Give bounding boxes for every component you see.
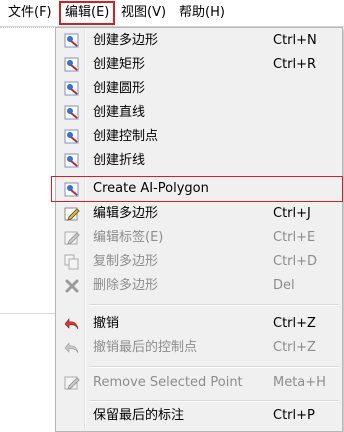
menu-item-shortcut: Ctrl+P bbox=[273, 408, 315, 423]
menu-item-label: 创建矩形 bbox=[93, 57, 146, 72]
circle-icon bbox=[64, 81, 80, 97]
menu-help[interactable]: 帮助(H) bbox=[175, 3, 229, 23]
edit-icon bbox=[64, 206, 80, 222]
menu-item-shortcut: Ctrl+Z bbox=[273, 340, 316, 355]
remove-point-icon bbox=[64, 375, 80, 391]
copy-icon bbox=[64, 254, 80, 270]
delete-icon bbox=[64, 278, 80, 294]
menu-item-create-point[interactable]: 创建控制点 bbox=[58, 126, 340, 148]
menu-item-label: 创建多边形 bbox=[93, 33, 159, 48]
menu-item-label: 撤销最后的控制点 bbox=[93, 340, 198, 355]
menu-item-label: 创建圆形 bbox=[93, 81, 146, 96]
menu-item-create-polyline[interactable]: 创建折线 bbox=[58, 150, 340, 172]
menu-item-edit-label[interactable]: 编辑标签(E) Ctrl+E bbox=[58, 227, 340, 249]
menu-item-create-circle[interactable]: 创建圆形 bbox=[58, 78, 340, 100]
menu-item-create-polygon[interactable]: 创建多边形 Ctrl+N bbox=[58, 30, 340, 52]
polyline-icon bbox=[64, 153, 80, 169]
menu-item-label: 编辑标签(E) bbox=[93, 230, 164, 245]
menu-item-label: Remove Selected Point bbox=[93, 375, 243, 390]
menu-item-shortcut: Ctrl+E bbox=[273, 230, 316, 245]
menu-item-keep-previous-annotation[interactable]: 保留最后的标注 Ctrl+P bbox=[58, 405, 340, 427]
menu-item-label: 撤销 bbox=[93, 316, 120, 331]
menu-item-label: Create AI-Polygon bbox=[93, 181, 209, 196]
point-icon bbox=[64, 129, 80, 145]
menu-item-copy-polygon[interactable]: 复制多边形 Ctrl+D bbox=[58, 251, 340, 273]
edit-menu-dropdown: 创建多边形 Ctrl+N 创建矩形 Ctrl+R 创建圆形 创建直线 创建控制点 bbox=[51, 27, 343, 432]
menu-item-create-ai-polygon[interactable]: Create AI-Polygon bbox=[51, 176, 343, 202]
rectangle-icon bbox=[64, 57, 80, 73]
pane-divider bbox=[0, 313, 58, 314]
menu-separator bbox=[89, 366, 339, 368]
menu-item-shortcut: Del bbox=[273, 278, 295, 293]
line-icon bbox=[64, 105, 80, 121]
menu-item-label: 创建直线 bbox=[93, 105, 146, 120]
menu-bar: 文件(F) 编辑(E) 视图(V) 帮助(H) bbox=[0, 0, 344, 27]
menu-file[interactable]: 文件(F) bbox=[4, 3, 56, 23]
menu-item-shortcut: Meta+H bbox=[273, 375, 326, 390]
menu-item-shortcut: Ctrl+J bbox=[273, 206, 311, 221]
menu-item-remove-selected-point[interactable]: Remove Selected Point Meta+H bbox=[58, 372, 340, 394]
menu-item-shortcut: Ctrl+R bbox=[273, 57, 317, 72]
menu-item-shortcut: Ctrl+Z bbox=[273, 316, 316, 331]
menu-item-label: 编辑多边形 bbox=[93, 206, 159, 221]
toolbar-divider bbox=[0, 27, 58, 29]
menu-item-label: 创建控制点 bbox=[93, 129, 159, 144]
menu-item-undo-last-point[interactable]: 撤销最后的控制点 Ctrl+Z bbox=[58, 337, 340, 359]
edit-label-icon bbox=[64, 230, 80, 246]
menu-edit[interactable]: 编辑(E) bbox=[59, 1, 116, 25]
menu-item-delete-polygon[interactable]: 删除多边形 Del bbox=[58, 275, 340, 297]
polygon-icon bbox=[64, 33, 80, 49]
menu-item-label: 删除多边形 bbox=[93, 278, 159, 293]
menu-item-create-rectangle[interactable]: 创建矩形 Ctrl+R bbox=[58, 54, 340, 76]
menu-item-shortcut: Ctrl+N bbox=[273, 33, 317, 48]
menu-separator bbox=[89, 304, 339, 306]
menu-item-create-line[interactable]: 创建直线 bbox=[58, 102, 340, 124]
menu-item-label: 保留最后的标注 bbox=[93, 408, 185, 423]
menu-item-undo[interactable]: 撤销 Ctrl+Z bbox=[58, 313, 340, 335]
menu-view[interactable]: 视图(V) bbox=[117, 3, 170, 23]
undo-icon bbox=[64, 316, 80, 332]
menu-item-shortcut: Ctrl+D bbox=[273, 254, 318, 269]
menu-item-edit-polygon[interactable]: 编辑多边形 Ctrl+J bbox=[58, 203, 340, 225]
menu-item-label: 复制多边形 bbox=[93, 254, 159, 269]
menu-separator bbox=[89, 400, 339, 402]
undo-point-icon bbox=[64, 340, 80, 356]
ai-polygon-icon bbox=[64, 182, 80, 198]
menu-item-label: 创建折线 bbox=[93, 153, 146, 168]
